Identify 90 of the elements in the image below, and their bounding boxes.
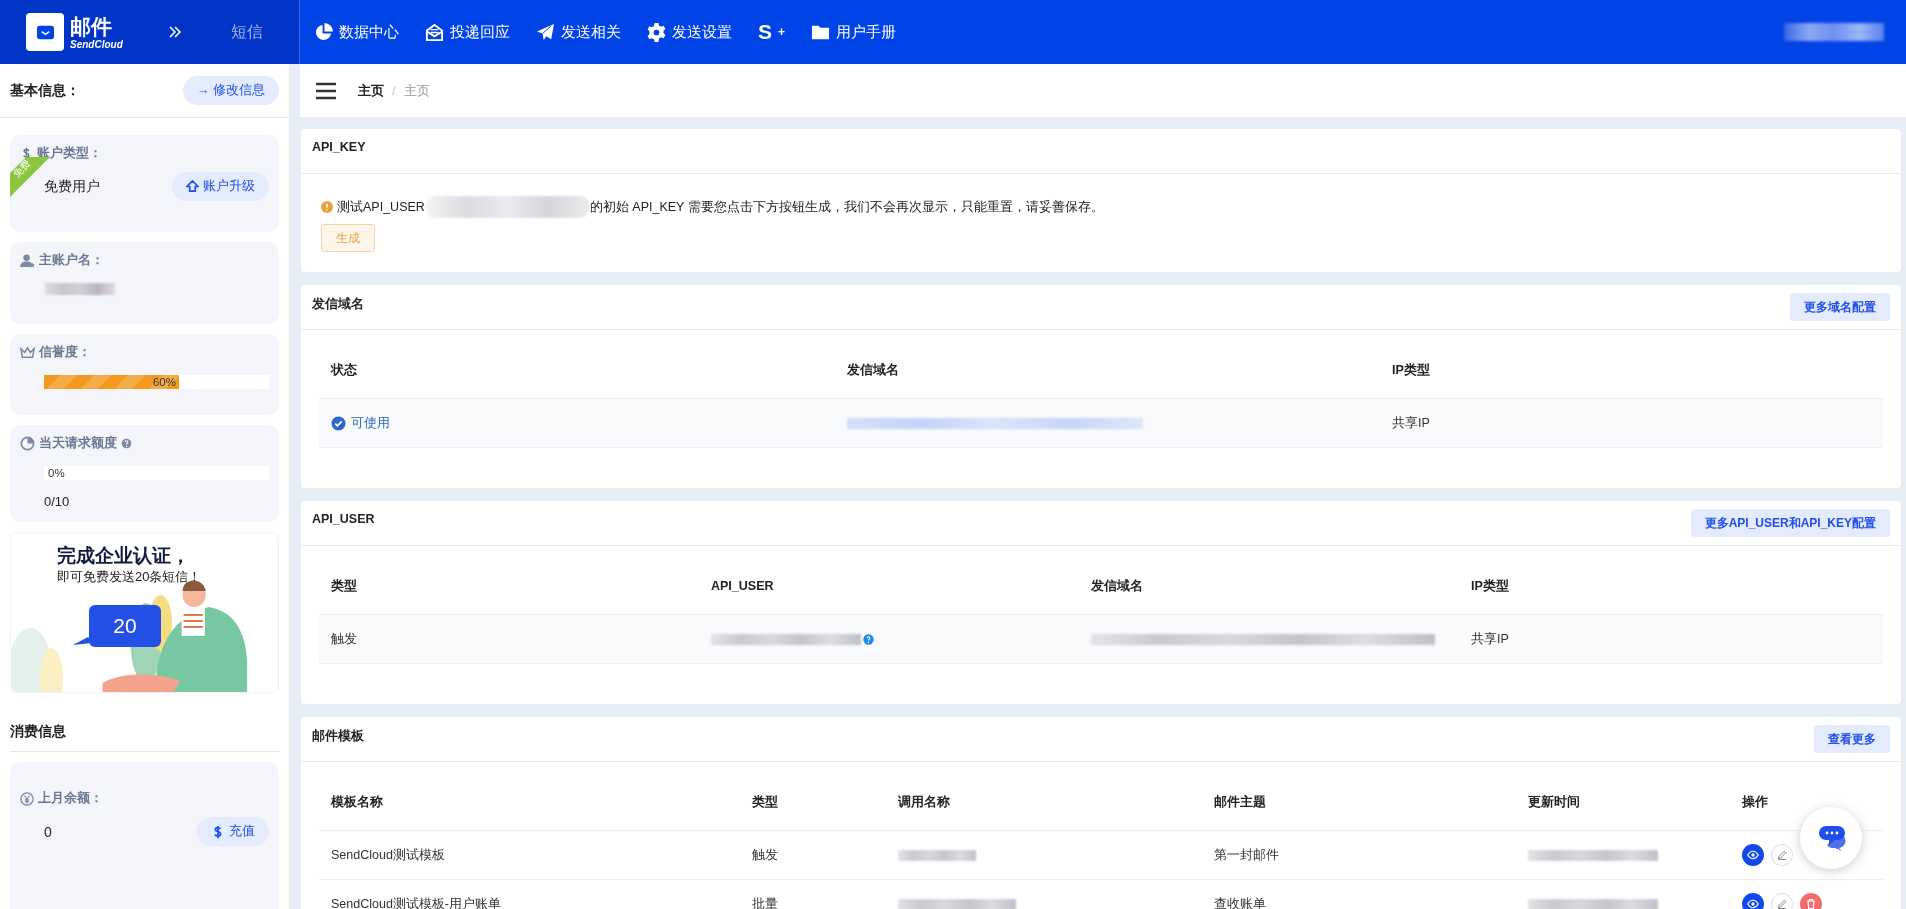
table-cell-text: 触发 (752, 846, 779, 864)
view-button[interactable] (1742, 844, 1764, 866)
balance-value: 0 (43, 823, 52, 840)
upgrade-button[interactable]: 账户升级 (172, 172, 269, 201)
double-chevron-icon[interactable] (166, 24, 183, 40)
pie-chart-icon (314, 22, 333, 42)
nav-item[interactable]: 用户手册 (811, 22, 897, 42)
card-label: 主账户名： (39, 252, 104, 269)
edit-button[interactable] (1771, 893, 1793, 909)
help-icon[interactable] (863, 633, 874, 645)
column-header: 模板名称 (331, 793, 384, 811)
column-header: 更新时间 (1528, 793, 1581, 811)
more-button[interactable]: 查看更多 (1814, 725, 1890, 753)
nav-item[interactable]: 数据中心 (314, 22, 399, 42)
edit-button[interactable] (1771, 844, 1793, 866)
nav-item[interactable]: 发送设置 (647, 22, 732, 42)
yuan-icon (20, 791, 34, 806)
column-header: API_USER (711, 579, 775, 593)
more-button[interactable]: 更多API_USER和API_KEY配置 (1690, 509, 1890, 537)
view-button[interactable] (1742, 893, 1764, 909)
table-cell-text: 共享IP (1471, 630, 1510, 648)
promo-subtitle: 即可免费发送20条短信！ (57, 568, 202, 586)
envelope-icon (425, 22, 444, 42)
breadcrumb-separator: / (392, 83, 396, 98)
progress-reading: 60% (152, 375, 177, 389)
progress-reading: 0% (47, 466, 65, 480)
promo-title: 完成企业认证， (57, 544, 190, 568)
notice-text: 测试API_USER (337, 198, 425, 216)
upload-arrow-icon (186, 180, 199, 193)
pencil-icon (1776, 849, 1788, 861)
card-title: API_USER (312, 512, 375, 526)
eye-icon (1747, 849, 1759, 861)
card-title: 发信域名 (312, 296, 364, 313)
dollar-icon (20, 147, 33, 160)
help-icon[interactable] (121, 436, 132, 451)
column-header: 发信域名 (1091, 577, 1144, 595)
user-icon (20, 253, 35, 268)
table-cell-text: SendCloud测试模板-用户账单 (331, 895, 502, 909)
check-circle-icon (331, 415, 346, 431)
more-button[interactable]: 更多域名配置 (1790, 293, 1890, 321)
card-label: 上月余额： (38, 790, 103, 807)
card-title: API_KEY (312, 140, 366, 154)
column-header: 类型 (752, 793, 779, 811)
table-cell-text: SendCloud测试模板 (331, 846, 446, 864)
column-header: 类型 (331, 577, 358, 595)
chat-icon[interactable] (1816, 824, 1846, 852)
settings-icon (647, 22, 666, 42)
blurred-account-name (45, 283, 115, 295)
column-header: 操作 (1742, 793, 1769, 811)
warning-icon (321, 201, 333, 213)
menu-icon[interactable] (316, 81, 336, 100)
nav-item[interactable]: 投递回应 (425, 22, 510, 42)
column-header: 状态 (331, 361, 358, 379)
logo-subtitle: SendCloud (70, 38, 123, 50)
column-header: 调用名称 (898, 793, 951, 811)
account-type-value: 免费用户 (43, 177, 100, 196)
column-header: 发信域名 (847, 361, 900, 379)
table-cell-text: 触发 (331, 630, 358, 648)
count-badge: 20 (89, 605, 161, 647)
trash-icon (1805, 898, 1817, 909)
promo-banner[interactable]: 完成企业认证， 即可免费发送20条短信！ 20 (10, 532, 279, 693)
breadcrumb-current: 主页 (403, 81, 430, 100)
edit-info-button[interactable]: → 修改信息 (183, 76, 279, 105)
quota-count: 0/10 (44, 494, 71, 509)
table-cell-text: 批量 (752, 895, 779, 909)
pie-icon (20, 436, 35, 451)
recharge-button[interactable]: 充值 (197, 817, 269, 846)
column-header: IP类型 (1392, 361, 1431, 379)
status-label: 可使用 (331, 414, 847, 432)
card-label: 当天请求额度 (39, 435, 117, 452)
module-switch-link[interactable]: 短信 (230, 21, 263, 43)
paper-plane-icon (536, 22, 555, 42)
crown-icon (20, 345, 35, 360)
nav-item[interactable]: 发送相关 (536, 22, 621, 42)
table-cell-text: 第一封邮件 (1214, 846, 1280, 864)
card-title: 邮件模板 (312, 728, 364, 745)
delete-button[interactable] (1800, 893, 1822, 909)
column-header: 邮件主题 (1214, 793, 1267, 811)
column-header: IP类型 (1471, 577, 1510, 595)
breadcrumb-link[interactable]: 主页 (358, 81, 384, 100)
pencil-icon (1776, 898, 1788, 909)
section-title: 消费信息 (10, 723, 279, 752)
ribbon-text: 免费 (11, 157, 33, 180)
card-label: 信誉度： (39, 344, 91, 361)
table-cell-text: 查收账单 (1214, 895, 1267, 909)
eye-icon (1747, 898, 1759, 909)
notice-text: 的初始 API_KEY 需要您点击下方按钮生成，我们不会再次显示，只能重置，请妥善保存。 (589, 198, 1104, 216)
section-title: 基本信息： (10, 81, 80, 100)
logo-title: 邮件 (70, 14, 113, 39)
table-cell-text: 共享IP (1392, 414, 1431, 432)
